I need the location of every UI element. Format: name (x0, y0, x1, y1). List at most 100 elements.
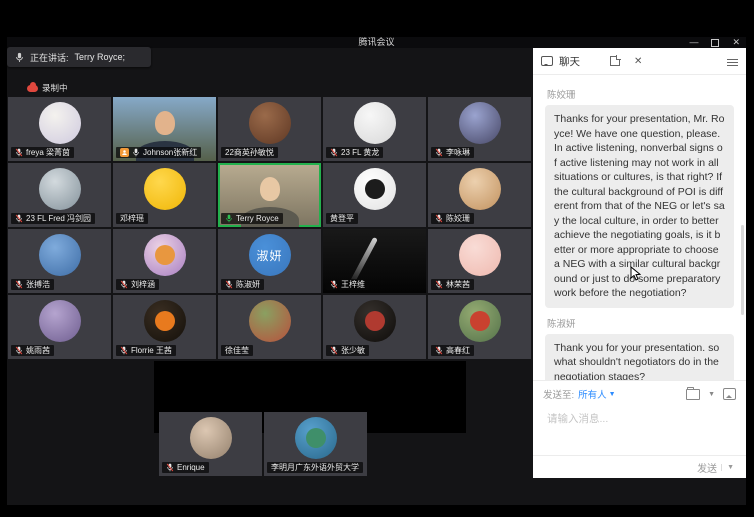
message-sender: 陈淑妍 (547, 316, 734, 330)
popout-icon[interactable] (610, 56, 620, 66)
avatar (459, 300, 501, 342)
participant-name: freya 梁菁茵 (26, 147, 70, 158)
participant-tile[interactable]: 张少敏 (323, 295, 426, 359)
grid-row: freya 梁菁茵 Johnson张新红 22商英孙敏悦 23 FL 黄龙 李咏琳 (8, 97, 531, 161)
participant-grid: freya 梁菁茵 Johnson张新红 22商英孙敏悦 23 FL 黄龙 李咏琳… (8, 97, 531, 361)
participant-name: 姚雨茜 (26, 345, 50, 356)
participant-tile[interactable]: 李明月广东外语外贸大学 (264, 412, 367, 476)
participant-tile[interactable]: Terry Royce (218, 163, 321, 227)
participant-tile[interactable]: 陈姣珊 (428, 163, 531, 227)
send-image-icon[interactable] (723, 388, 736, 400)
participant-tile[interactable]: 高春红 (428, 295, 531, 359)
send-to-label: 发送至: (543, 387, 574, 401)
mouse-cursor (630, 266, 641, 281)
file-caret-icon[interactable]: ▼ (708, 391, 715, 398)
participant-nametag: 陈淑妍 (221, 279, 264, 290)
participant-name: 高春红 (446, 345, 470, 356)
participant-tile[interactable]: 黄登平 (323, 163, 426, 227)
mic-muted-icon (120, 346, 128, 355)
speaking-toast: 正在讲话: Terry Royce; (7, 47, 151, 67)
send-to-caret-icon[interactable]: ▼ (609, 391, 616, 398)
participant-name: 王梓维 (341, 279, 365, 290)
minimize-button[interactable]: — (689, 38, 698, 47)
participant-tile[interactable]: freya 梁菁茵 (8, 97, 111, 161)
participant-tile[interactable]: 刘梓涵 (113, 229, 216, 293)
avatar (354, 102, 396, 144)
screen: 腾讯会议 — ✕ 正在讲话: Terry Royce; 录制中 (0, 0, 754, 517)
participant-name: Johnson张新红 (143, 147, 197, 158)
participant-name: 黄登平 (330, 213, 354, 224)
participant-name: Enrique (177, 462, 205, 473)
participant-name: 徐佳莹 (225, 345, 249, 356)
mic-muted-icon (225, 280, 233, 289)
send-file-icon[interactable] (686, 389, 700, 400)
chat-menu-icon[interactable] (727, 57, 738, 68)
close-button[interactable]: ✕ (732, 38, 740, 47)
participant-tile[interactable]: 22商英孙敏悦 (218, 97, 321, 161)
mic-muted-icon (120, 280, 128, 289)
participant-tile[interactable]: 淑妍 陈淑妍 (218, 229, 321, 293)
participant-video-face (260, 177, 280, 201)
chat-message-list[interactable]: 陈姣珊Thanks for your presentation, Mr. Roy… (533, 75, 746, 380)
avatar (144, 168, 186, 210)
participant-tile[interactable]: Florrie 王茜 (113, 295, 216, 359)
participant-name: 23 FL 黄龙 (341, 147, 379, 158)
participant-nametag: 王梓维 (326, 279, 369, 290)
participant-name: 李咏琳 (446, 147, 470, 158)
host-badge-icon (120, 148, 129, 157)
maximize-icon[interactable] (711, 39, 719, 47)
grid-row: 23 FL Fred 冯剑园邓梓瑶 Terry Royce 黄登平 陈姣珊 (8, 163, 531, 227)
avatar (190, 417, 232, 459)
participant-tile[interactable]: 邓梓瑶 (113, 163, 216, 227)
participant-tile[interactable]: 徐佳莹 (218, 295, 321, 359)
chat-close-icon[interactable]: ✕ (634, 56, 642, 67)
chat-scrollbar[interactable] (741, 225, 744, 315)
participant-nametag: 刘梓涵 (116, 279, 159, 290)
avatar (39, 234, 81, 276)
participant-tile[interactable]: 23 FL 黄龙 (323, 97, 426, 161)
message-sender: 陈姣珊 (547, 87, 734, 101)
send-options-caret-icon[interactable]: ▼ (721, 464, 734, 471)
avatar (144, 234, 186, 276)
mic-muted-icon (15, 280, 23, 289)
participant-tile[interactable]: 张搏浩 (8, 229, 111, 293)
mic-muted-icon (166, 463, 174, 472)
send-button[interactable]: 发送 (697, 460, 717, 475)
mic-muted-icon (15, 214, 23, 223)
mic-icon (132, 148, 140, 157)
participant-name: 李明月广东外语外贸大学 (271, 462, 359, 473)
participant-nametag: 姚雨茜 (11, 345, 54, 356)
chat-title: 聊天 (559, 54, 580, 69)
avatar (249, 102, 291, 144)
participant-nametag: Enrique (162, 462, 209, 473)
avatar (354, 168, 396, 210)
chat-input[interactable] (545, 412, 738, 426)
participant-name: 22商英孙敏悦 (225, 147, 274, 158)
mic-icon (15, 52, 24, 63)
participant-tile[interactable]: 姚雨茜 (8, 295, 111, 359)
participant-nametag: 黄登平 (326, 213, 358, 224)
chat-panel: 聊天 ✕ 陈姣珊Thanks for your presentation, Mr… (533, 48, 746, 478)
participant-nametag: 林荣茜 (431, 279, 474, 290)
mic-muted-icon (15, 148, 23, 157)
participant-nametag: Johnson张新红 (116, 147, 201, 158)
participant-tile[interactable]: 23 FL Fred 冯剑园 (8, 163, 111, 227)
participant-nametag: 22商英孙敏悦 (221, 147, 278, 158)
avatar-detail (365, 179, 385, 199)
participant-tile[interactable]: 李咏琳 (428, 97, 531, 161)
mic-muted-icon (435, 214, 443, 223)
participant-tile[interactable]: 林荣茜 (428, 229, 531, 293)
mic-muted-icon (435, 148, 443, 157)
participant-tile[interactable]: Johnson张新红 (113, 97, 216, 161)
avatar-detail (155, 245, 175, 265)
send-to-value[interactable]: 所有人 (578, 387, 607, 401)
avatar (459, 234, 501, 276)
participant-tile[interactable]: Enrique (159, 412, 262, 476)
grid-row: 姚雨茜 Florrie 王茜 徐佳莹 张少敏 高春红 (8, 295, 531, 359)
participant-tile[interactable]: 王梓维 (323, 229, 426, 293)
message-bubble: Thank you for your presentation. so what… (545, 334, 734, 381)
chat-composer: 发送至: 所有人 ▼ ▼ (533, 380, 746, 455)
participant-name: 张搏浩 (26, 279, 50, 290)
participant-nametag: Florrie 王茜 (116, 345, 176, 356)
chat-header: 聊天 ✕ (533, 48, 746, 75)
